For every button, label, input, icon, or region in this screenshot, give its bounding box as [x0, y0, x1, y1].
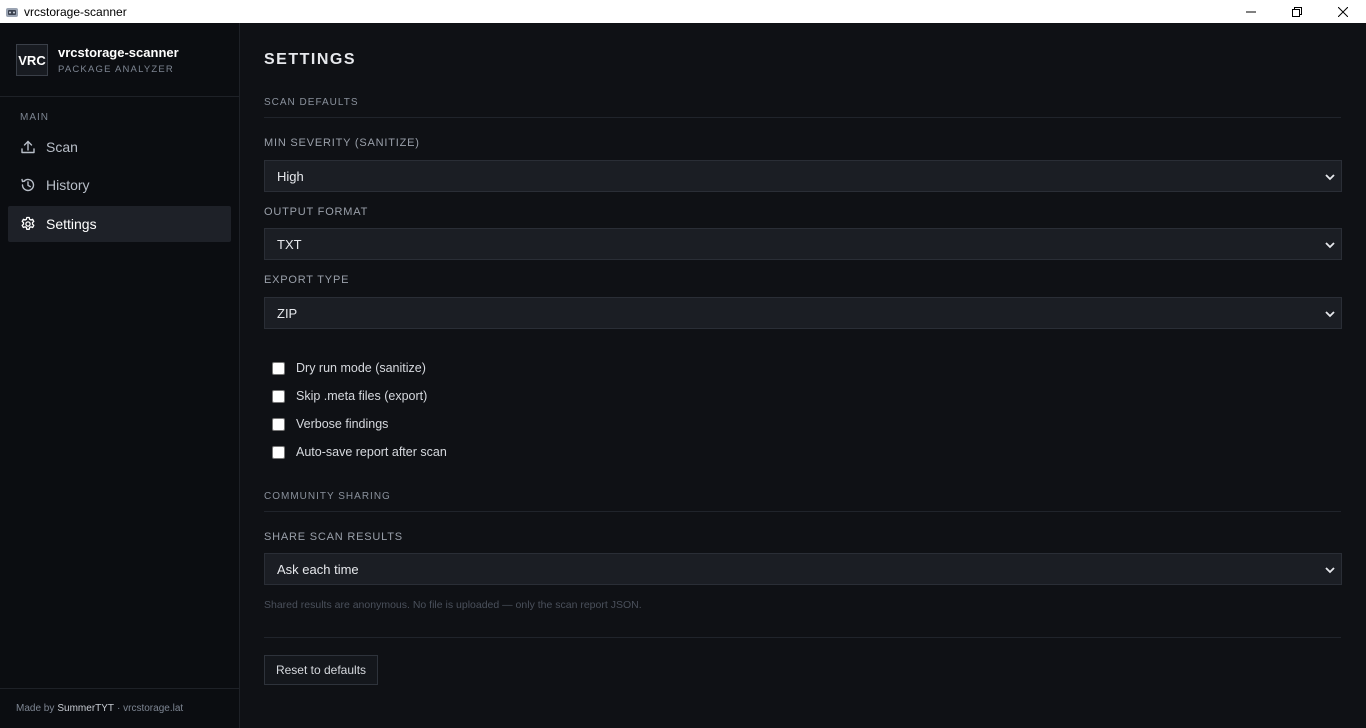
reset-defaults-button[interactable]: Reset to defaults [264, 655, 378, 685]
output-format-select[interactable]: TXT [264, 228, 1342, 260]
sidebar: VRC vrcstorage-scanner PACKAGE ANALYZER … [0, 23, 240, 728]
gear-icon [20, 216, 36, 232]
auto-save-label: Auto-save report after scan [296, 445, 447, 459]
sidebar-item-settings[interactable]: Settings [8, 206, 231, 242]
sidebar-footer: Made by SummerTYT · vrcstorage.lat [0, 688, 239, 728]
min-severity-select[interactable]: High [264, 160, 1342, 192]
sidebar-item-scan[interactable]: Scan [8, 129, 231, 165]
history-icon [20, 177, 36, 193]
app-icon [5, 5, 19, 19]
window-title: vrcstorage-scanner [24, 4, 127, 19]
restore-icon[interactable] [1274, 0, 1320, 23]
verbose-label: Verbose findings [296, 417, 389, 431]
share-hint-text: Shared results are anonymous. No file is… [264, 599, 642, 611]
skip-meta-checkbox-row[interactable]: Skip .meta files (export) [272, 387, 427, 405]
brand-name: vrcstorage-scanner [58, 45, 179, 60]
verbose-checkbox-row[interactable]: Verbose findings [272, 415, 388, 433]
share-results-select[interactable]: Ask each time [264, 553, 1342, 585]
footer-author: SummerTYT [57, 703, 115, 714]
share-results-value: Ask each time [277, 561, 359, 577]
sidebar-item-label: History [46, 177, 90, 193]
chevron-down-icon [1324, 308, 1336, 320]
dry-run-checkbox[interactable] [272, 361, 285, 375]
auto-save-checkbox-row[interactable]: Auto-save report after scan [272, 443, 447, 461]
nav-section-label: MAIN [20, 112, 49, 123]
divider [264, 637, 1341, 638]
auto-save-checkbox[interactable] [272, 445, 285, 459]
share-results-label: SHARE SCAN RESULTS [264, 531, 403, 543]
upload-icon [20, 139, 36, 155]
chevron-down-icon [1324, 171, 1336, 183]
footer-site: · vrcstorage.lat [117, 703, 184, 714]
export-type-value: ZIP [277, 305, 298, 321]
min-severity-label: MIN SEVERITY (SANITIZE) [264, 137, 420, 149]
section-header-community: COMMUNITY SHARING [264, 491, 1341, 512]
sidebar-item-history[interactable]: History [8, 167, 231, 203]
output-format-label: OUTPUT FORMAT [264, 206, 369, 218]
chevron-down-icon [1324, 239, 1336, 251]
sidebar-item-label: Settings [46, 216, 97, 232]
close-icon[interactable] [1320, 0, 1366, 23]
skip-meta-label: Skip .meta files (export) [296, 389, 428, 403]
settings-panel: SETTINGS SCAN DEFAULTS MIN SEVERITY (SAN… [240, 23, 1366, 728]
skip-meta-checkbox[interactable] [272, 389, 285, 403]
sidebar-item-label: Scan [46, 139, 78, 155]
brand-subtitle: PACKAGE ANALYZER [58, 64, 174, 75]
export-type-label: EXPORT TYPE [264, 274, 350, 286]
minimize-icon[interactable] [1228, 0, 1274, 23]
dry-run-checkbox-row[interactable]: Dry run mode (sanitize) [272, 359, 426, 377]
brand: VRC vrcstorage-scanner PACKAGE ANALYZER [0, 23, 239, 97]
brand-logo: VRC [16, 44, 48, 76]
min-severity-value: High [277, 168, 304, 184]
verbose-checkbox[interactable] [272, 417, 285, 431]
export-type-select[interactable]: ZIP [264, 297, 1342, 329]
window-controls [1228, 0, 1366, 23]
footer-made-by: Made by [16, 703, 55, 714]
section-header-scan-defaults: SCAN DEFAULTS [264, 97, 1341, 118]
dry-run-label: Dry run mode (sanitize) [296, 361, 426, 375]
output-format-value: TXT [277, 236, 302, 252]
chevron-down-icon [1324, 564, 1336, 576]
window-titlebar: vrcstorage-scanner [0, 0, 1366, 23]
page-title: SETTINGS [264, 51, 357, 68]
